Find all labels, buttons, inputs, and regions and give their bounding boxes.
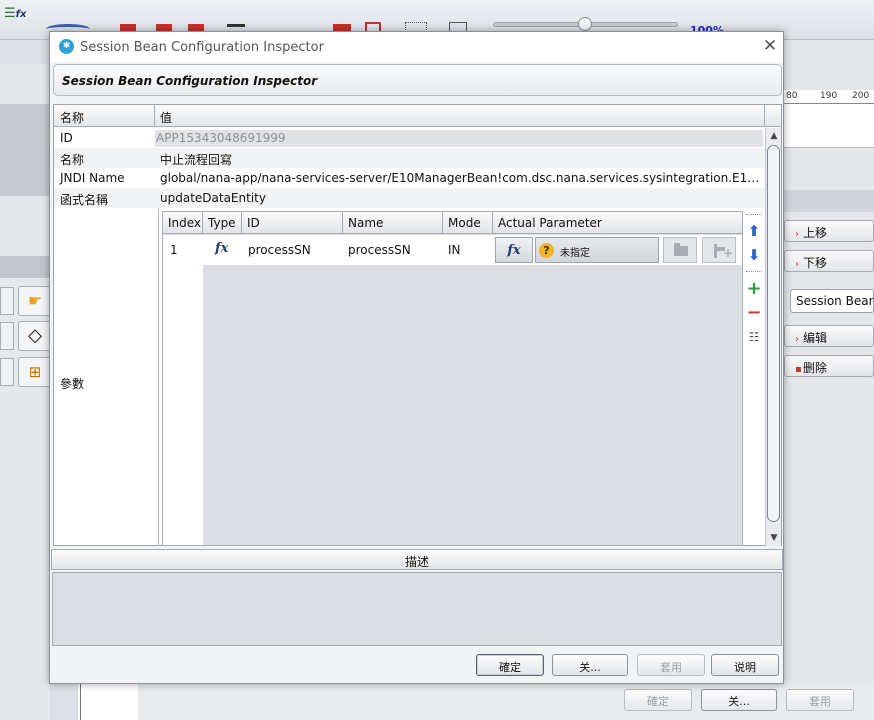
- property-label: JNDI Name: [60, 171, 125, 185]
- left-palette-strip: [0, 256, 50, 278]
- property-row-id: ID APP15343048691999: [54, 128, 765, 148]
- column-divider: [158, 209, 159, 546]
- param-mode: IN: [448, 243, 461, 257]
- parameters-label: 參數: [60, 377, 85, 391]
- name-column-header[interactable]: 名称: [60, 109, 84, 126]
- canvas-area: [784, 104, 874, 148]
- actual-parameter-select[interactable]: ? 未指定: [535, 237, 659, 263]
- hand-icon[interactable]: ☛: [18, 286, 52, 316]
- property-row-jndi[interactable]: JNDI Name global/nana-app/nana-services-…: [54, 168, 765, 188]
- col-mode[interactable]: Mode: [448, 216, 481, 230]
- move-up-button[interactable]: › 上移: [784, 220, 874, 242]
- ruler: 80 190 200: [784, 90, 874, 104]
- param-index: 1: [170, 243, 178, 257]
- dialog-titlebar[interactable]: ✱ Session Bean Configuration Inspector ✕: [50, 32, 783, 62]
- arrow-up-icon[interactable]: ⬆: [746, 223, 762, 239]
- folder-button[interactable]: [663, 237, 697, 263]
- tree-add-icon: [714, 244, 733, 260]
- parameter-tools: ⬆ ⬇ + − ☷: [744, 211, 764, 546]
- close-icon[interactable]: ✕: [760, 36, 780, 56]
- app-icon: ✱: [59, 39, 74, 54]
- bottom-canvas: [80, 683, 138, 720]
- actual-parameter-value: 未指定: [560, 248, 590, 259]
- property-row-name[interactable]: 名称 中止流程回寫: [54, 148, 765, 168]
- scroll-down-icon[interactable]: ▼: [767, 531, 781, 545]
- col-id[interactable]: ID: [247, 216, 260, 230]
- background-ok-button[interactable]: 確定: [624, 689, 692, 711]
- property-label: 函式名稱: [60, 193, 109, 207]
- function-value[interactable]: updateDataEntity: [160, 191, 764, 205]
- vertical-scrollbar[interactable]: ▲ ▼: [765, 128, 781, 546]
- scroll-up-icon[interactable]: ▲: [767, 129, 781, 143]
- session-bean-dialog: ✱ Session Bean Configuration Inspector ✕…: [49, 31, 784, 684]
- add-box-icon[interactable]: ⊞: [18, 357, 52, 387]
- move-down-button[interactable]: › 下移: [784, 250, 874, 272]
- background-close-button[interactable]: 关...: [701, 689, 777, 711]
- properties-table: 名称 值 ID APP15343048691999 名称 中止流程回寫 JNDI…: [53, 104, 782, 546]
- apply-button[interactable]: 套用: [637, 654, 705, 676]
- index-column-fill: [163, 265, 203, 545]
- name-value[interactable]: 中止流程回寫: [160, 151, 764, 168]
- folder-icon: [674, 243, 688, 256]
- right-panel-bar: [784, 190, 874, 212]
- help-button[interactable]: 说明: [711, 654, 779, 676]
- close-button[interactable]: 关...: [552, 654, 628, 676]
- edit-list-icon[interactable]: ☷: [746, 329, 762, 345]
- col-index[interactable]: Index: [168, 216, 201, 230]
- palette-button[interactable]: [0, 287, 14, 315]
- palette-button[interactable]: [0, 322, 14, 350]
- scroll-thumb[interactable]: [767, 145, 780, 522]
- col-type[interactable]: Type: [208, 216, 236, 230]
- param-name: processSN: [348, 243, 411, 257]
- description-header: 描述: [51, 549, 783, 570]
- question-warning-icon: ?: [539, 243, 554, 258]
- value-column-header[interactable]: 值: [160, 109, 172, 126]
- jndi-value[interactable]: global/nana-app/nana-services-server/E10…: [160, 171, 764, 185]
- tree-add-button[interactable]: [702, 237, 736, 263]
- property-row-function[interactable]: 函式名稱 updateDataEntity: [54, 188, 765, 208]
- id-value: APP15343048691999: [155, 130, 763, 147]
- fx-toolbar-icon[interactable]: ☰fx: [4, 6, 26, 28]
- col-actual-parameter[interactable]: Actual Parameter: [498, 216, 602, 230]
- diamond-icon[interactable]: ◇: [18, 321, 52, 351]
- header-title: Session Bean Configuration Inspector: [62, 74, 318, 88]
- parameters-table: Index Type ID Name Mode Actual Parameter…: [162, 211, 743, 546]
- ok-button[interactable]: 確定: [476, 654, 544, 676]
- property-label: 名称: [60, 153, 85, 167]
- palette-button[interactable]: [0, 358, 14, 386]
- dialog-title: Session Bean Configuration Inspector: [80, 40, 324, 55]
- add-icon[interactable]: +: [746, 280, 762, 298]
- left-palette-header: [0, 104, 50, 196]
- property-label: ID: [60, 131, 73, 145]
- arrow-down-icon[interactable]: ⬇: [746, 247, 762, 263]
- description-field[interactable]: [52, 572, 782, 646]
- edit-button[interactable]: › 编辑: [784, 325, 874, 347]
- properties-header: 名称 值: [54, 105, 781, 127]
- zoom-slider-knob[interactable]: [578, 17, 592, 31]
- delete-button[interactable]: ▪删除: [784, 355, 874, 377]
- param-id: processSN: [248, 243, 311, 257]
- fx-icon: fx: [215, 241, 229, 256]
- table-row[interactable]: 1 fx processSN processSN IN fx ? 未指定: [163, 235, 742, 265]
- header-panel: Session Bean Configuration Inspector: [53, 64, 782, 96]
- expression-button[interactable]: fx: [495, 237, 533, 263]
- col-name[interactable]: Name: [348, 216, 383, 230]
- background-apply-button[interactable]: 套用: [786, 689, 854, 711]
- session-bean-button[interactable]: Session Bean: [790, 289, 874, 313]
- fx-icon: fx: [507, 243, 521, 258]
- parameters-header: Index Type ID Name Mode Actual Parameter: [163, 212, 742, 234]
- remove-icon[interactable]: −: [746, 304, 762, 322]
